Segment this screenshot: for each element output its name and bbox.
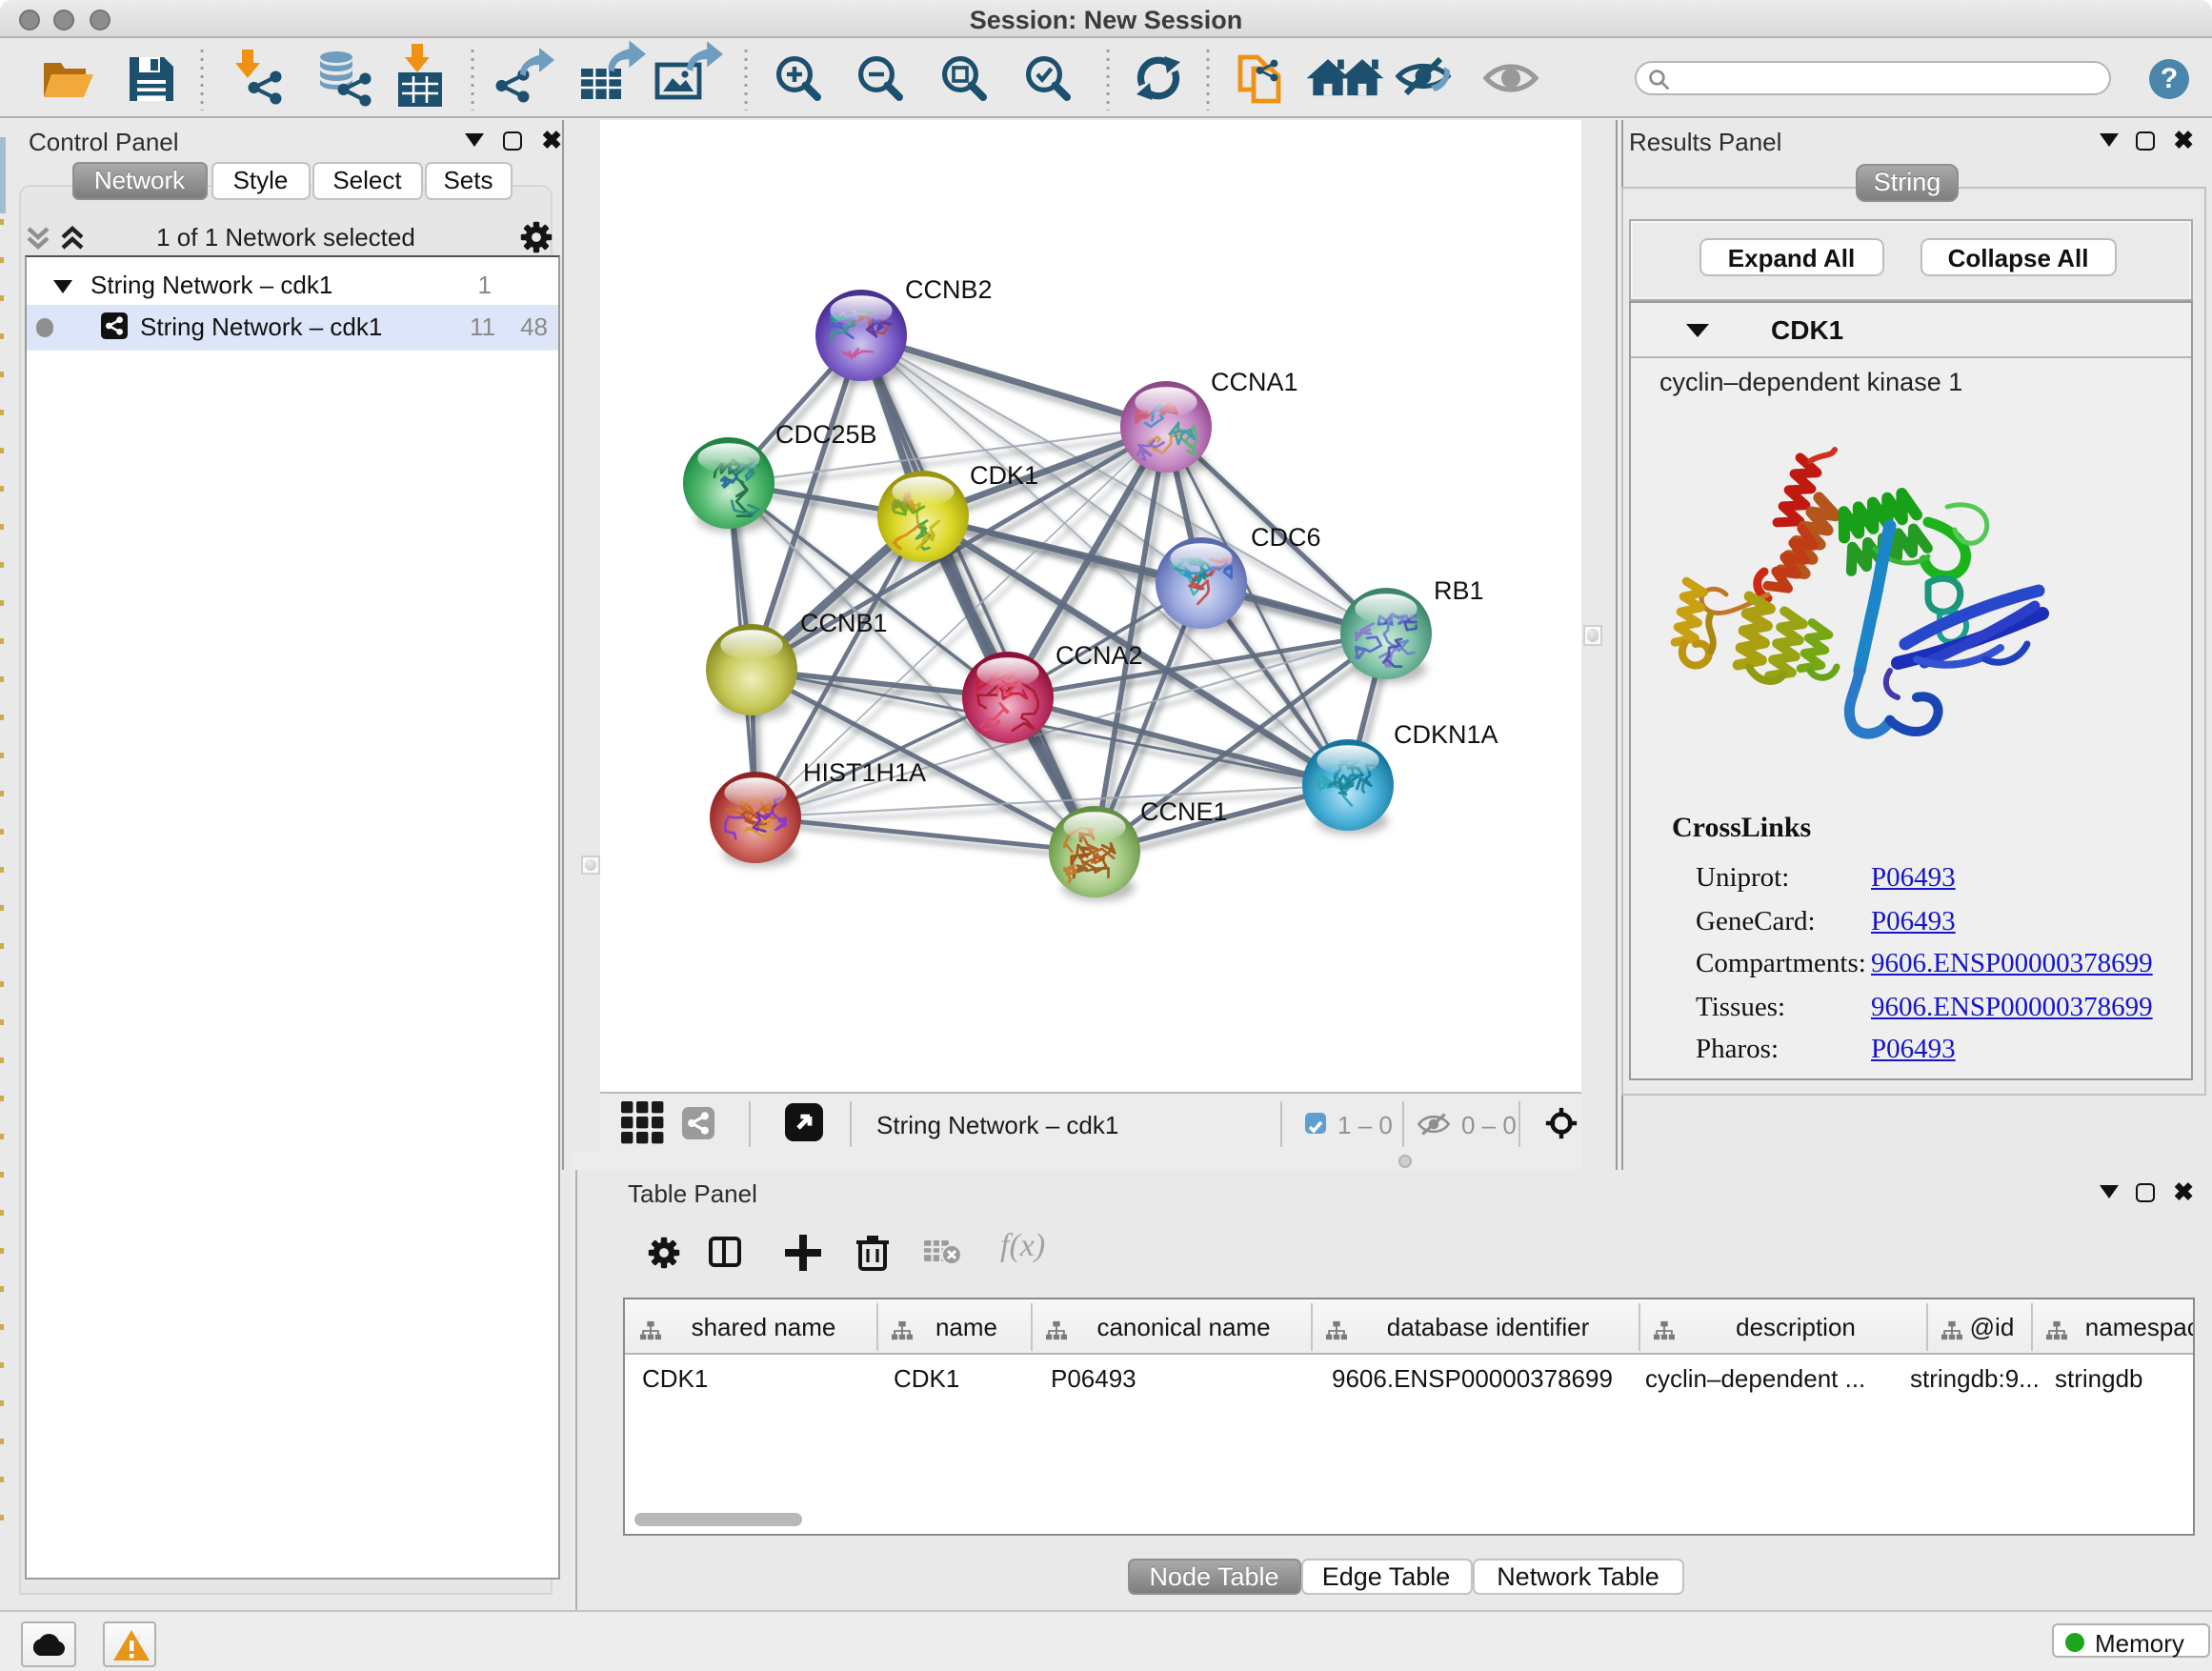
svg-text:CCNB1: CCNB1	[800, 609, 888, 637]
svg-text:CCNE1: CCNE1	[1140, 797, 1228, 826]
svg-text:HIST1H1A: HIST1H1A	[803, 758, 926, 787]
svg-text:RB1: RB1	[1434, 576, 1484, 605]
svg-text:CCNA1: CCNA1	[1211, 368, 1298, 396]
svg-text:CDK1: CDK1	[970, 461, 1038, 490]
svg-text:CCNA2: CCNA2	[1056, 641, 1143, 670]
svg-text:CDC25B: CDC25B	[775, 420, 877, 449]
svg-text:CDC6: CDC6	[1251, 523, 1321, 552]
svg-text:CDKN1A: CDKN1A	[1394, 720, 1498, 749]
svg-text:CCNB2: CCNB2	[905, 275, 993, 304]
